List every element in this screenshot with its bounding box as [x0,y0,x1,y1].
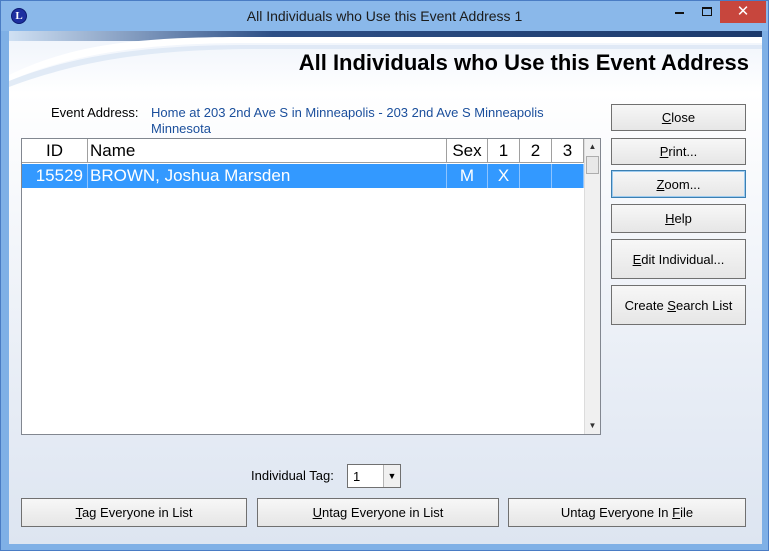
scroll-down-button[interactable]: ▼ [585,418,600,434]
title-bar[interactable]: L All Individuals who Use this Event Add… [1,1,768,31]
individual-tag-value: 1 [353,469,361,484]
minimize-icon [674,11,684,14]
column-header-tag-1[interactable]: 1 [488,139,520,163]
column-header-tag-3[interactable]: 3 [552,139,584,163]
tag-everyone-in-list-button[interactable]: Tag Everyone in List [21,498,247,527]
row-sex: M [447,164,488,188]
triangle-down-icon: ▼ [588,421,597,430]
row-tag-2 [520,164,552,188]
untag-everyone-in-file-button[interactable]: Untag Everyone In File [508,498,746,527]
chevron-down-icon[interactable]: ▼ [383,465,400,487]
close-button[interactable]: Close [611,104,746,131]
row-id: 15529 [22,164,88,188]
zoom-button[interactable]: Zoom... [611,170,746,198]
triangle-up-icon: ▲ [588,142,597,151]
individuals-list[interactable]: ID Name Sex 1 2 3 15529 BROWN, Joshua Ma… [21,138,601,435]
scroll-up-button[interactable]: ▲ [585,139,600,155]
maximize-button[interactable] [693,1,720,23]
maximize-icon [701,7,712,16]
window-title: All Individuals who Use this Event Addre… [246,8,523,24]
individual-tag-label: Individual Tag: [251,468,334,483]
scroll-thumb[interactable] [586,156,599,174]
column-header-tag-2[interactable]: 2 [520,139,552,163]
help-button[interactable]: Help [611,204,746,233]
column-header-id[interactable]: ID [22,139,88,163]
column-header-sex[interactable]: Sex [447,139,488,163]
row-tag-3 [552,164,584,188]
table-row[interactable]: 15529 BROWN, Joshua Marsden M X [22,164,584,188]
untag-everyone-in-list-button[interactable]: Untag Everyone in List [257,498,499,527]
header-banner: All Individuals who Use this Event Addre… [9,31,762,93]
column-header-name[interactable]: Name [88,139,447,163]
row-tag-1: X [488,164,520,188]
close-icon: ✕ [736,3,750,20]
application-window: L All Individuals who Use this Event Add… [0,0,769,551]
list-header: ID Name Sex 1 2 3 [22,139,584,163]
edit-individual-button[interactable]: Edit Individual... [611,239,746,279]
list-scrollbar[interactable]: ▲ ▼ [584,139,600,434]
event-address-value: Home at 203 2nd Ave S in Minneapolis - 2… [151,105,544,136]
row-name: BROWN, Joshua Marsden [88,164,447,188]
minimize-button[interactable] [665,1,693,23]
event-address-label: Event Address: [51,105,139,120]
create-search-list-button[interactable]: Create Search List [611,285,746,325]
banner-title: All Individuals who Use this Event Addre… [298,50,749,75]
individual-tag-select[interactable]: 1 ▼ [347,464,401,488]
print-button[interactable]: Print... [611,138,746,165]
dialog-client: All Individuals who Use this Event Addre… [9,31,762,544]
window-close-button[interactable]: ✕ [720,1,766,23]
